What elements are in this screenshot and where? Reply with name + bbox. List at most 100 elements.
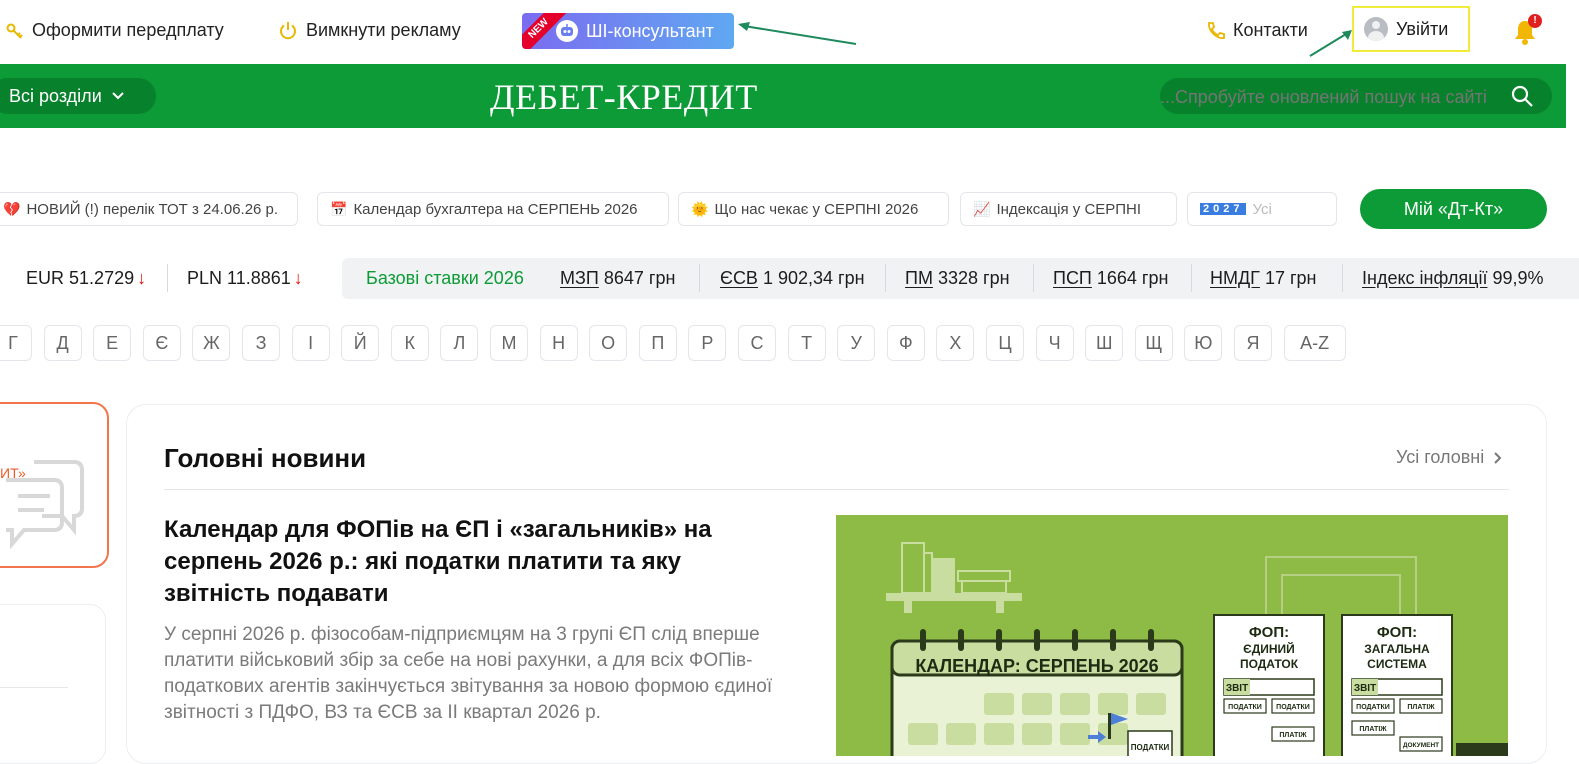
alphabet-letter[interactable]: Р [688, 325, 727, 361]
alphabet-letter[interactable]: Є [142, 325, 181, 361]
alphabet-letter[interactable]: Д [43, 325, 82, 361]
alphabet-letter[interactable]: Л [440, 325, 479, 361]
alphabet-letter[interactable]: С [738, 325, 776, 361]
robot-icon [556, 20, 578, 42]
alphabet-letter[interactable]: Ш [1085, 325, 1124, 361]
alphabet-letter[interactable]: У [837, 325, 876, 361]
rate-value: 17 грн [1264, 268, 1317, 288]
article-title[interactable]: Календар для ФОПів на ЄП і «загальників»… [164, 514, 764, 610]
rate-value: 8647 грн [603, 268, 676, 288]
notification-badge: ! [1528, 14, 1542, 28]
currency-pln[interactable]: PLN 11.8861 ↓ [187, 268, 303, 289]
divider [167, 264, 168, 292]
chip-accountant-calendar[interactable]: 📅 Календар бухгалтера на СЕРПЕНЬ 2026 [317, 192, 669, 226]
all-main-label: Усі головні [1396, 447, 1485, 467]
broken-heart-icon: 💔 [3, 200, 21, 217]
sun-icon: 🌞 [691, 200, 709, 217]
alphabet-letter[interactable]: Г [0, 325, 32, 361]
alphabet-letter[interactable]: Ю [1184, 325, 1223, 361]
payment-label: ПЛАТІЖ [1279, 732, 1307, 739]
divider [1191, 264, 1192, 292]
doc1-title-line2: ЄДИНИЙ [1243, 641, 1295, 656]
alphabet-letter[interactable]: Н [539, 325, 578, 361]
alphabet-letter[interactable]: З [242, 325, 280, 361]
chip-whats-ahead[interactable]: 🌞 Що нас чекає у СЕРПНІ 2026 [678, 192, 949, 226]
rate-esv[interactable]: ЄСВ 1 902,34 грн [720, 268, 865, 289]
disable-ads-link[interactable]: Вимкнути рекламу [278, 20, 461, 41]
currency-code: EUR [26, 268, 65, 288]
contacts-link[interactable]: Контакти [1205, 20, 1308, 41]
report-label: ЗВІТ [1226, 683, 1248, 694]
rate-name: ЄСВ [720, 268, 758, 288]
rate-psp[interactable]: ПСП 1664 грн [1053, 268, 1168, 289]
currency-eur[interactable]: EUR 51.2729 ↓ [26, 268, 146, 289]
rate-name: НМДГ [1210, 268, 1260, 288]
site-logo[interactable]: ДЕБЕТ-КРЕДИТ [490, 76, 758, 118]
divider [1033, 264, 1034, 292]
notifications-bell[interactable]: ! [1512, 14, 1542, 46]
divider [1342, 264, 1343, 292]
subscribe-label: Оформити передплату [32, 20, 224, 40]
divider [699, 264, 700, 292]
rate-value: 99,9% [1492, 268, 1544, 288]
chip-2027[interactable]: 2027 Усі [1187, 192, 1337, 226]
chevron-right-icon [1494, 451, 1502, 464]
all-sections-label: Всі розділи [9, 85, 102, 106]
rate-name: Індекс інфляції [1362, 268, 1488, 288]
search-icon[interactable] [1510, 84, 1534, 108]
main-header: Всі розділи ДЕБЕТ-КРЕДИТ [0, 64, 1566, 128]
alphabet-letter[interactable]: М [490, 325, 528, 361]
search-box[interactable] [1160, 78, 1552, 114]
alphabet-letter[interactable]: Щ [1134, 325, 1173, 361]
base-rates-title[interactable]: Базові ставки 2026 [366, 268, 524, 289]
chip-tot-list[interactable]: 💔 НОВИЙ (!) перелік ТОТ з 24.06.26 р. [0, 192, 298, 226]
chip-indexation[interactable]: 📈 Індексація у СЕРПНІ [960, 192, 1177, 226]
avatar [1364, 17, 1388, 41]
alphabet-letter[interactable]: Ц [986, 325, 1024, 361]
all-sections-button[interactable]: Всі розділи [0, 78, 156, 114]
annotation-arrow-ai [738, 22, 857, 45]
alphabet-letter[interactable]: Е [93, 325, 132, 361]
currency-code: PLN [187, 268, 223, 288]
alphabet-letter[interactable]: Ж [192, 325, 231, 361]
chevron-down-icon [112, 92, 124, 100]
arrow-down-icon: ↓ [137, 268, 147, 288]
rate-inflation-index[interactable]: Індекс інфляції 99,9% [1362, 268, 1579, 289]
alphabet-letter[interactable]: К [390, 325, 429, 361]
alphabet-letter[interactable]: О [589, 325, 628, 361]
all-main-news-link[interactable]: Усі головні [1396, 447, 1502, 468]
alphabet-letter[interactable]: Й [341, 325, 380, 361]
alphabet-letter[interactable]: Ч [1035, 325, 1074, 361]
rate-nmdg[interactable]: НМДГ 17 грн [1210, 268, 1317, 289]
ai-consultant-label: ШІ-консультант [586, 20, 714, 41]
alphabet-letter[interactable]: І [291, 325, 330, 361]
rate-pm[interactable]: ПМ 3328 грн [905, 268, 1010, 289]
alphabet-letter[interactable]: П [638, 325, 677, 361]
search-input[interactable] [1160, 78, 1502, 114]
rate-name: МЗП [560, 268, 599, 288]
top-bar: Оформити передплату Вимкнути рекламу NEW… [0, 0, 1579, 64]
login-label: Увійти [1396, 18, 1449, 39]
rate-name: ПСП [1053, 268, 1092, 288]
disable-ads-label: Вимкнути рекламу [306, 20, 461, 40]
my-dtkt-button[interactable]: Мій «Дт-Кт» [1360, 189, 1547, 229]
rate-value: 1664 грн [1096, 268, 1169, 288]
currency-value: 51.2729 [69, 268, 135, 288]
taxes-label: ПОДАТКИ [1131, 743, 1170, 752]
alphabet-letter[interactable]: Х [936, 325, 975, 361]
alphabet-letter[interactable]: Т [787, 325, 826, 361]
ai-consultant-button[interactable]: NEW ШІ-консультант [522, 13, 734, 49]
rate-mzp[interactable]: МЗП 8647 грн [560, 268, 675, 289]
phone-icon [1208, 21, 1225, 39]
article-illustration[interactable]: КАЛЕНДАР: СЕРПЕНЬ 2026 ПОДАТКИ ФОП: ЄДИН… [836, 515, 1508, 756]
payment-label: ПЛАТІЖ [1407, 704, 1435, 711]
rate-value: 1 902,34 грн [762, 268, 865, 288]
alphabet-letter[interactable]: Я [1234, 325, 1272, 361]
login-button[interactable]: Увійти [1352, 6, 1470, 52]
subscribe-link[interactable]: Оформити передплату [6, 20, 224, 41]
alphabet-all-button[interactable]: A-Z [1283, 325, 1346, 361]
chip-label: НОВИЙ (!) перелік ТОТ з 24.06.26 р. [26, 200, 279, 218]
doc2-title-line1: ФОП: [1377, 624, 1417, 641]
alphabet-letter[interactable]: Ф [886, 325, 925, 361]
taxes-label: ПОДАТКИ [1228, 704, 1262, 711]
